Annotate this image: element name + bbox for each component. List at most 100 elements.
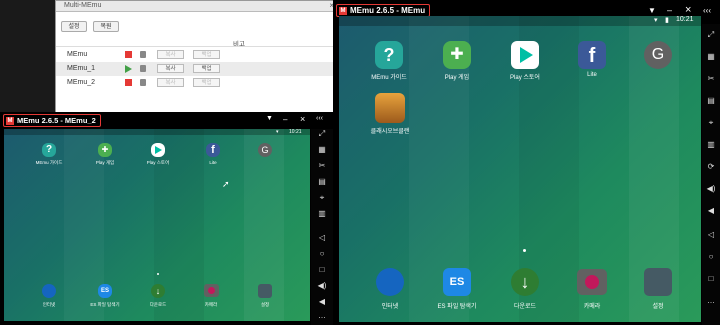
facebook-icon[interactable]: f	[206, 143, 220, 157]
screenshot-icon[interactable]: ✂	[702, 74, 720, 83]
minimize-icon[interactable]: –	[283, 115, 287, 124]
camera-icon[interactable]	[577, 269, 607, 295]
volume-up-icon[interactable]: ◀)	[311, 281, 333, 290]
help-icon[interactable]: ?	[375, 41, 403, 69]
minimize-icon[interactable]: –	[667, 5, 672, 15]
signal-icon: ▮	[665, 17, 669, 24]
settings-button[interactable]: 설정	[61, 21, 87, 32]
google-settings-icon[interactable]: G	[644, 41, 672, 69]
trash-icon[interactable]	[140, 51, 146, 58]
dock-label: 설정	[260, 302, 270, 307]
recents-icon[interactable]: □	[702, 274, 720, 283]
more-menu-icon[interactable]: …	[311, 311, 333, 320]
memu-logo-icon: M	[339, 6, 347, 15]
location-icon[interactable]: ⌖	[702, 118, 720, 128]
play-triangle	[155, 146, 162, 154]
status-time: 10:21	[289, 129, 302, 135]
keyboard-icon[interactable]: ▦	[311, 145, 333, 154]
camera-lens	[585, 275, 599, 289]
divider	[56, 46, 337, 47]
clash-of-clans-icon[interactable]	[375, 93, 405, 123]
backup-button[interactable]: 백업	[193, 50, 220, 59]
page-indicator	[157, 273, 159, 275]
facebook-icon[interactable]: f	[578, 41, 606, 69]
trash-icon[interactable]	[140, 65, 146, 72]
camera-icon[interactable]	[204, 284, 219, 297]
volume-down-icon[interactable]: ◀	[702, 206, 720, 215]
app-label: 클래시오브클랜	[370, 129, 410, 135]
home-icon[interactable]: ○	[702, 252, 720, 261]
app-label: Lite	[587, 72, 597, 78]
page-indicator	[523, 249, 526, 252]
app-label: Lite	[209, 160, 217, 165]
copy-button[interactable]: 복사	[157, 50, 184, 59]
rotate-icon[interactable]: ⟳	[702, 162, 720, 171]
screenshot-icon[interactable]: ✂	[311, 161, 333, 170]
instance-row[interactable]: MEmu_2 복사 백업	[56, 76, 337, 90]
keyboard-icon[interactable]: ▦	[702, 52, 720, 61]
stop-icon[interactable]	[125, 79, 132, 86]
es-file-explorer-icon[interactable]: ES	[443, 268, 471, 296]
google-settings-icon[interactable]: G	[258, 143, 272, 157]
dock-label: 다운로드	[513, 304, 537, 310]
android-screen-small[interactable]: ▾ 10:21 ? MEmu 가이드 ✚ Play 게임 Play 스토어 f …	[4, 129, 310, 321]
back-icon[interactable]: ◁	[311, 233, 333, 242]
dock-label: 다운로드	[149, 302, 167, 307]
collapse-sidebar-icon[interactable]: ‹‹‹	[316, 115, 323, 122]
menu-icon[interactable]: ▼	[648, 6, 656, 15]
globe-icon[interactable]	[42, 284, 56, 298]
play-store-icon[interactable]	[151, 143, 165, 157]
dock-label: 카메라	[583, 304, 601, 310]
stop-icon[interactable]	[125, 51, 132, 58]
menu-icon[interactable]: ▼	[266, 115, 273, 122]
play-icon[interactable]	[125, 65, 132, 73]
settings-icon[interactable]	[258, 284, 272, 298]
expand-icon[interactable]: ⤢	[702, 30, 720, 40]
dock-label: ES 파일 탐색기	[90, 302, 120, 307]
close-icon[interactable]: ×	[685, 4, 691, 16]
dock-label: ES 파일 탐색기	[437, 304, 477, 310]
gamepad-icon[interactable]: ✚	[443, 41, 471, 69]
settings-icon[interactable]	[644, 268, 672, 296]
android-screen-large[interactable]: ▾ ▮ 10:21 ? MEmu 가이드 ✚ Play 게임 Play 스토어 …	[339, 16, 701, 322]
instance-row[interactable]: MEmu 복사 백업	[56, 48, 337, 62]
mouse-cursor-icon: ➚	[222, 179, 230, 189]
close-icon[interactable]: ×	[300, 114, 305, 124]
toolbar-sidebar-large: ⤢ ▦ ✂ ▤ ⌖ ▥ ⟳ ◀) ◀ ◁ ○ □ …	[702, 24, 720, 325]
backup-button[interactable]: 백업	[193, 64, 220, 73]
apk-icon[interactable]: ▤	[702, 96, 720, 105]
help-icon[interactable]: ?	[42, 143, 56, 157]
toolbar-sidebar-small: ⤢ ▦ ✂ ▤ ⌖ ▥ ◁ ○ □ ◀) ◀ …	[311, 129, 333, 325]
volume-down-icon[interactable]: ◀	[311, 297, 333, 306]
instance-row[interactable]: MEmu_1 복사 백업	[56, 62, 337, 76]
download-icon[interactable]: ↓	[151, 284, 165, 298]
emulator-window-small: M MEmu 2.6.5 - MEmu_2 ▼ – × ‹‹‹ ▾ 10:21 ?…	[0, 112, 333, 325]
app-label: Play 스토어	[510, 75, 540, 81]
location-icon[interactable]: ⌖	[311, 193, 333, 203]
instance-name: MEmu	[67, 51, 88, 58]
copy-button[interactable]: 복사	[157, 64, 184, 73]
dock-label: 인터넷	[381, 304, 399, 310]
home-icon[interactable]: ○	[311, 249, 333, 258]
gamepad-icon[interactable]: ✚	[98, 143, 112, 157]
es-file-explorer-icon[interactable]: ES	[98, 284, 112, 298]
collapse-sidebar-icon[interactable]: ‹‹‹	[703, 6, 711, 15]
expand-icon[interactable]: ⤢	[311, 129, 333, 139]
download-icon[interactable]: ↓	[511, 268, 539, 296]
globe-icon[interactable]	[376, 268, 404, 296]
shake-icon[interactable]: ▥	[702, 140, 720, 149]
apk-icon[interactable]: ▤	[311, 177, 333, 186]
app-label: MEmu 가이드	[371, 75, 407, 81]
play-store-icon[interactable]	[511, 41, 539, 69]
more-menu-icon[interactable]: …	[702, 296, 720, 305]
dock-label: 카메라	[204, 302, 218, 307]
trash-icon[interactable]	[140, 79, 146, 86]
restore-button[interactable]: 복원	[93, 21, 119, 32]
copy-button[interactable]: 복사	[157, 78, 184, 87]
volume-up-icon[interactable]: ◀)	[702, 184, 720, 193]
recents-icon[interactable]: □	[311, 265, 333, 274]
back-icon[interactable]: ◁	[702, 230, 720, 239]
backup-button[interactable]: 백업	[193, 78, 220, 87]
status-time: 10:21	[676, 16, 694, 23]
shake-icon[interactable]: ▥	[311, 209, 333, 218]
